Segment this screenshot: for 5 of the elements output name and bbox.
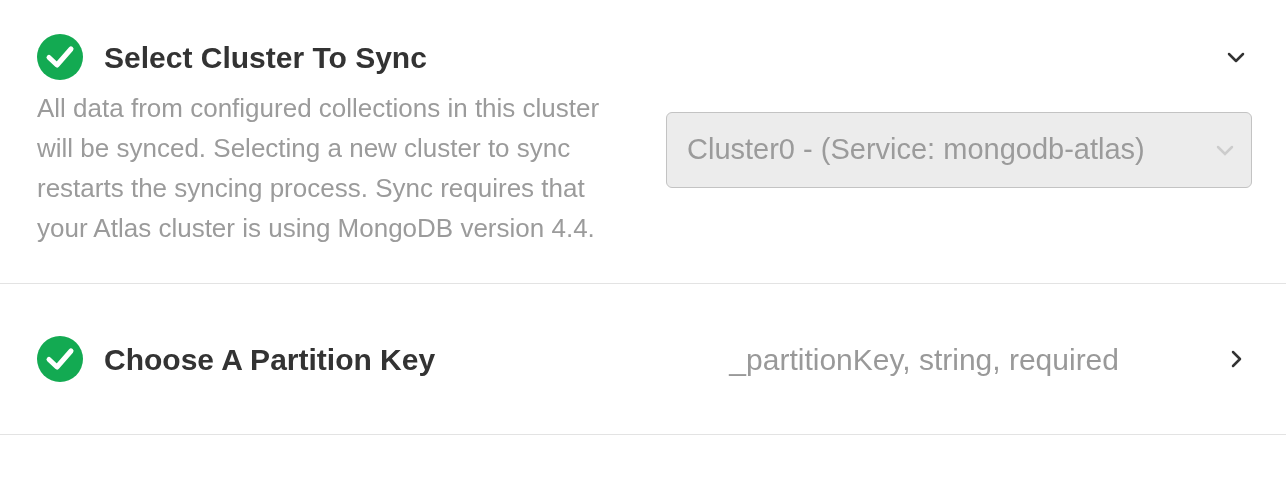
section-title: Select Cluster To Sync xyxy=(104,39,427,76)
section-title: Choose A Partition Key xyxy=(104,341,436,378)
select-value: Cluster0 - (Service: mongodb-atlas) xyxy=(687,132,1146,168)
summary-text: _partitionKey, string, required xyxy=(729,341,1119,378)
section-description: All data from configured collections in this cluster will be synced. Selecting a new cluster to sync restarts the syncing process. Sync requires that your Atlas cluster is using MongoDB version 4.4. xyxy=(37,92,601,245)
